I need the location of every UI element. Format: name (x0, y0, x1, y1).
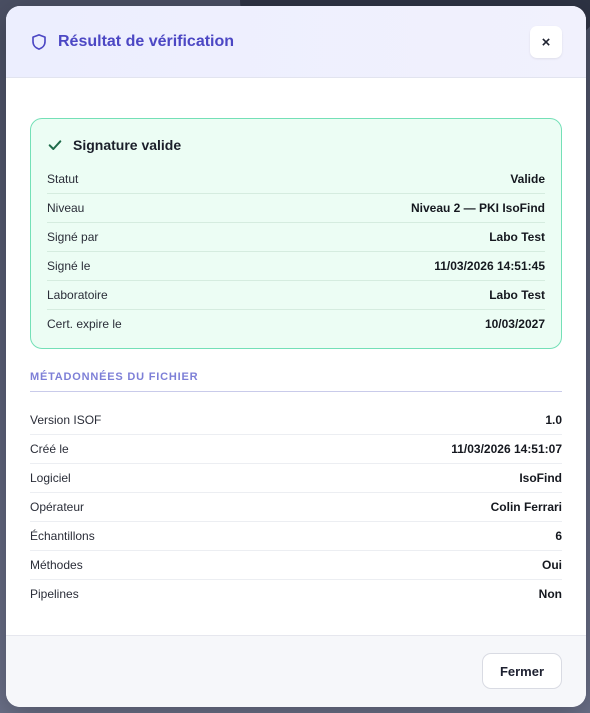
row-value: Labo Test (489, 288, 545, 302)
signature-title: Signature valide (73, 137, 182, 153)
metadata-row: Échantillons 6 (30, 522, 562, 551)
signature-row: Cert. expire le 10/03/2027 (47, 310, 545, 338)
check-icon (47, 137, 63, 153)
row-value: Colin Ferrari (490, 500, 562, 514)
signature-row: Laboratoire Labo Test (47, 281, 545, 310)
row-label: Créé le (30, 442, 69, 456)
fermer-button[interactable]: Fermer (482, 653, 562, 689)
signature-row: Niveau Niveau 2 — PKI IsoFind (47, 194, 545, 223)
dialog-header: Résultat de vérification × (6, 6, 586, 78)
signature-header: Signature valide (47, 137, 545, 153)
row-label: Méthodes (30, 558, 83, 572)
signature-card: Signature valide Statut Valide Niveau Ni… (30, 118, 562, 349)
metadata-row: Version ISOF 1.0 (30, 406, 562, 435)
row-label: Statut (47, 172, 79, 186)
metadata-section-title: MÉTADONNÉES DU FICHIER (30, 371, 562, 392)
row-value: IsoFind (519, 471, 562, 485)
row-value: 11/03/2026 14:51:07 (451, 442, 562, 456)
row-value: 6 (555, 529, 562, 543)
row-label: Logiciel (30, 471, 71, 485)
row-label: Version ISOF (30, 413, 102, 427)
row-label: Pipelines (30, 587, 79, 601)
row-value: Niveau 2 — PKI IsoFind (410, 201, 545, 215)
row-label: Niveau (47, 201, 85, 215)
row-value: Non (538, 587, 562, 601)
signature-row: Signé le 11/03/2026 14:51:45 (47, 252, 545, 281)
dialog-footer: Fermer (6, 635, 586, 707)
verification-dialog: Résultat de vérification × Signature val… (6, 6, 586, 707)
row-label: Laboratoire (47, 288, 108, 302)
row-label: Échantillons (30, 529, 95, 543)
row-value: Labo Test (489, 230, 545, 244)
row-value: Valide (510, 172, 545, 186)
row-value: 11/03/2026 14:51:45 (434, 259, 545, 273)
row-label: Opérateur (30, 500, 85, 514)
row-label: Signé par (47, 230, 99, 244)
row-label: Cert. expire le (47, 317, 122, 331)
metadata-row: Logiciel IsoFind (30, 464, 562, 493)
row-value: 10/03/2027 (484, 317, 545, 331)
row-label: Signé le (47, 259, 91, 273)
signature-row: Statut Valide (47, 165, 545, 194)
close-button[interactable]: × (530, 26, 562, 58)
signature-row: Signé par Labo Test (47, 223, 545, 252)
shield-icon (30, 33, 48, 51)
signature-rows: Statut Valide Niveau Niveau 2 — PKI IsoF… (47, 165, 545, 338)
dialog-title: Résultat de vérification (58, 32, 235, 50)
metadata-row: Opérateur Colin Ferrari (30, 493, 562, 522)
close-icon: × (541, 33, 551, 51)
metadata-row: Créé le 11/03/2026 14:51:07 (30, 435, 562, 464)
metadata-row: Pipelines Non (30, 580, 562, 608)
row-value: 1.0 (545, 413, 562, 427)
metadata-list: Version ISOF 1.0 Créé le 11/03/2026 14:5… (30, 406, 562, 608)
dialog-body: Signature valide Statut Valide Niveau Ni… (6, 78, 586, 608)
metadata-row: Méthodes Oui (30, 551, 562, 580)
row-value: Oui (542, 558, 562, 572)
